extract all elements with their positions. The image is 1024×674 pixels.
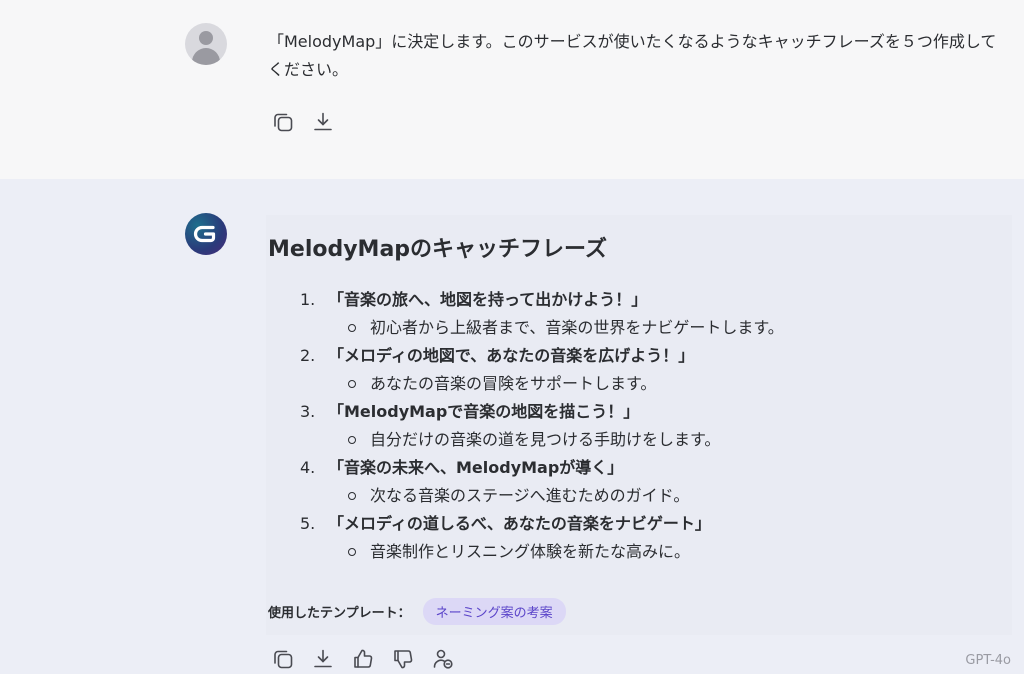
catchphrase-title: 「メロディの道しるべ、あなたの音楽をナビゲート」: [328, 514, 711, 533]
list-item: 2. 「メロディの地図で、あなたの音楽を広げよう！」 あなたの音楽の冒険をサポート…: [300, 342, 784, 398]
catchphrase-description: あなたの音楽の冒険をサポートします。: [370, 374, 657, 393]
list-number: 3.: [300, 402, 316, 421]
catchphrase-title: 「MelodyMapで音楽の地図を描こう！」: [328, 402, 640, 421]
assistant-message-actions: [268, 644, 468, 674]
user-message-section: 「MelodyMap」に決定します。このサービスが使いたくなるようなキャッチフレ…: [0, 0, 1024, 179]
bullet-icon: [348, 379, 356, 388]
bullet-icon: [348, 323, 356, 332]
catchphrase-list: 1. 「音楽の旅へ、地図を持って出かけよう！」 初心者から上級者まで、音楽の世界を…: [300, 286, 784, 566]
user-message-text: 「MelodyMap」に決定します。このサービスが使いたくなるようなキャッチフレ…: [268, 32, 997, 79]
catchphrase-title: 「音楽の未来へ、MelodyMapが導く」: [328, 458, 624, 477]
download-icon[interactable]: [308, 107, 338, 137]
assistant-message-section: MelodyMapのキャッチフレーズ 1. 「音楽の旅へ、地図を持って出かけよう！…: [0, 179, 1024, 674]
model-label: GPT-4o: [965, 653, 1011, 668]
catchphrase-description: 音楽制作とリスニング体験を新たな高みに。: [370, 542, 691, 561]
template-chip[interactable]: ネーミング案の考案: [422, 597, 566, 625]
list-number: 2.: [300, 346, 316, 365]
copy-icon[interactable]: [268, 644, 298, 674]
regenerate-icon[interactable]: [428, 644, 458, 674]
catchphrase-description: 自分だけの音楽の道を見つける手助けをします。: [370, 430, 721, 449]
template-label: 使用したテンプレート：: [268, 605, 411, 621]
bullet-icon: [348, 435, 356, 444]
catchphrase-description: 次なる音楽のステージへ進むためのガイド。: [370, 486, 690, 505]
list-item: 3. 「MelodyMapで音楽の地図を描こう！」 自分だけの音楽の道を見つける手…: [300, 398, 784, 454]
bullet-icon: [348, 547, 356, 556]
thumbs-up-icon[interactable]: [348, 644, 378, 674]
list-number: 4.: [300, 458, 316, 477]
response-title: MelodyMapのキャッチフレーズ: [268, 237, 607, 262]
catchphrase-title: 「メロディの地図で、あなたの音楽を広げよう！」: [328, 346, 695, 365]
copy-icon[interactable]: [268, 107, 298, 137]
list-number: 1.: [300, 290, 316, 309]
list-item: 5. 「メロディの道しるべ、あなたの音楽をナビゲート」 音楽制作とリスニング体験を…: [300, 510, 784, 566]
list-item: 1. 「音楽の旅へ、地図を持って出かけよう！」 初心者から上級者まで、音楽の世界を…: [300, 286, 784, 342]
catchphrase-description: 初心者から上級者まで、音楽の世界をナビゲートします。: [370, 318, 784, 337]
list-number: 5.: [300, 514, 316, 533]
g-logo-icon: [185, 213, 227, 255]
catchphrase-title: 「音楽の旅へ、地図を持って出かけよう！」: [328, 290, 648, 309]
list-item: 4. 「音楽の未来へ、MelodyMapが導く」 次なる音楽のステージへ進むための…: [300, 454, 784, 510]
user-avatar-icon: [185, 23, 227, 65]
download-icon[interactable]: [308, 644, 338, 674]
bullet-icon: [348, 491, 356, 500]
thumbs-down-icon[interactable]: [388, 644, 418, 674]
template-info: 使用したテンプレート： ネーミング案の考案: [268, 597, 566, 625]
user-message-actions: [268, 107, 348, 137]
